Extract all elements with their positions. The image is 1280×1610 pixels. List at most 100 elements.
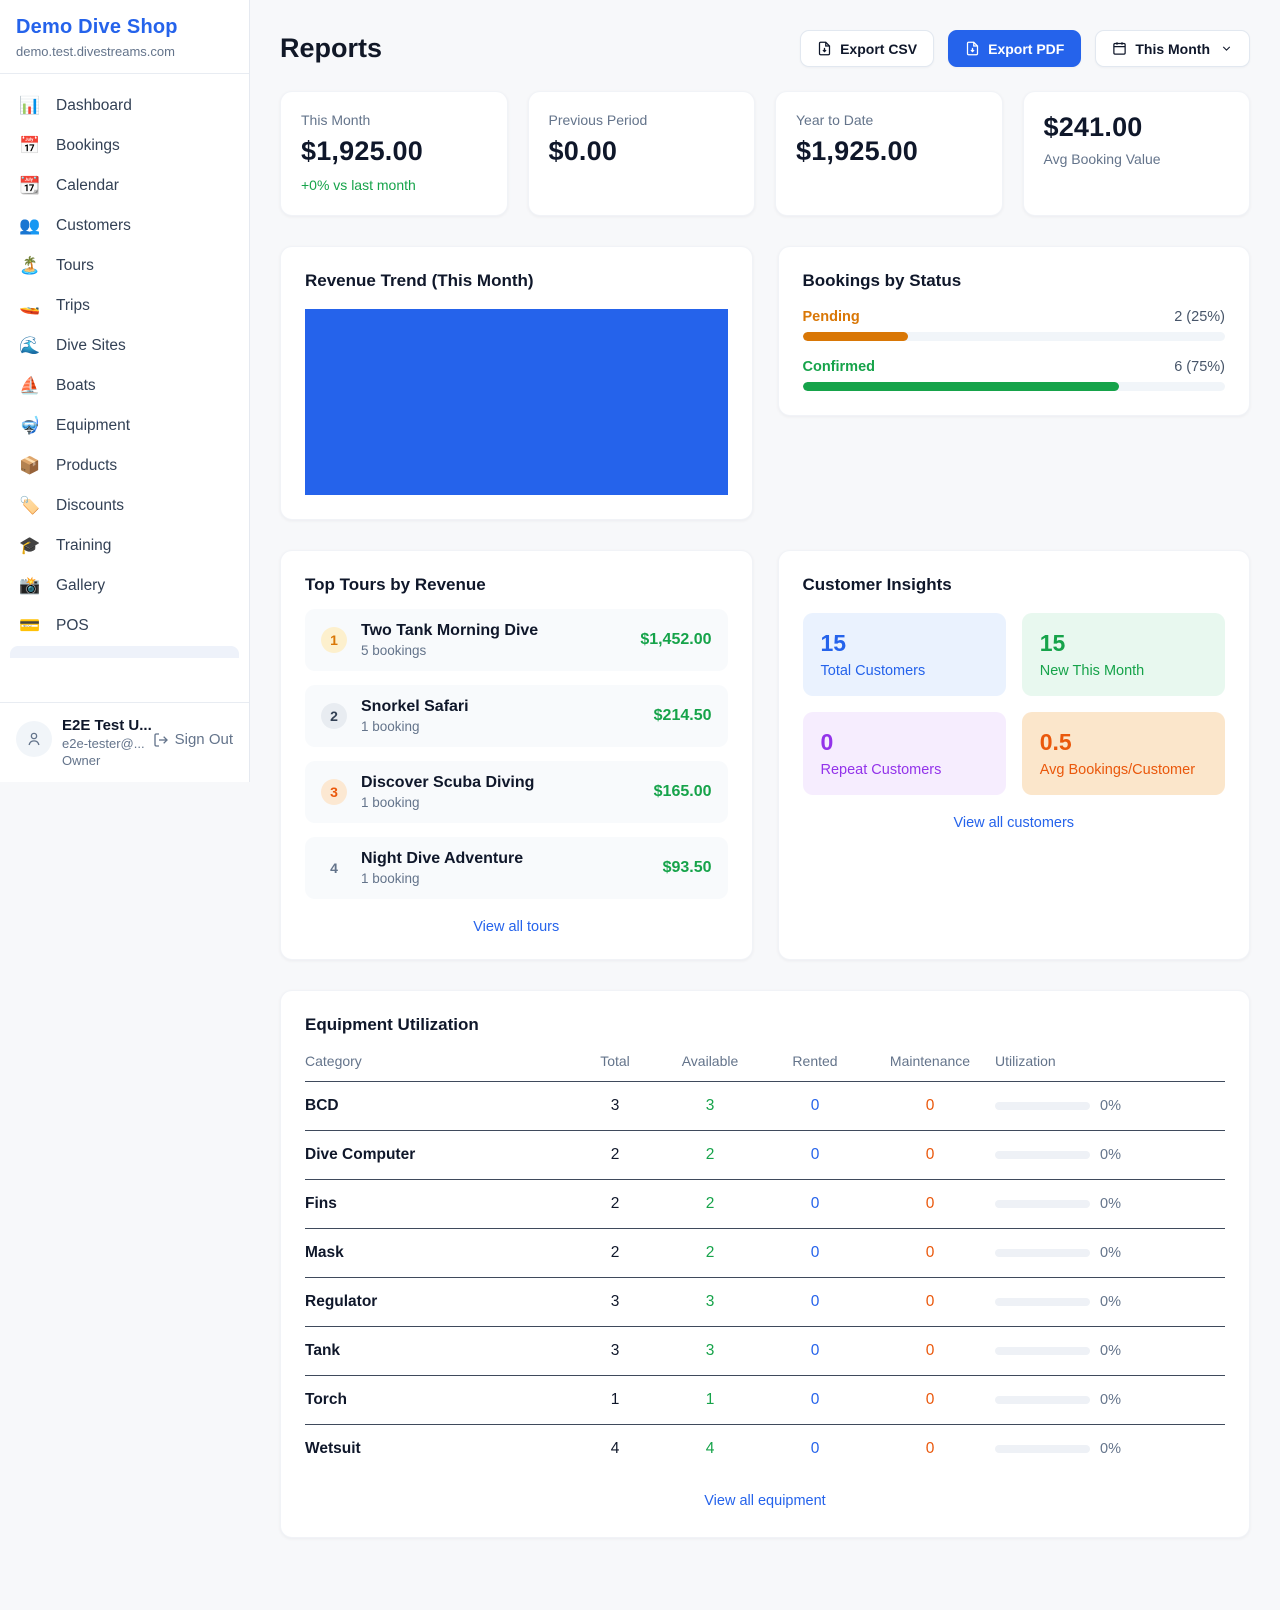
equipment-available: 3	[655, 1097, 765, 1115]
nav-item-label: Calendar	[56, 177, 119, 195]
stat-card: $241.00 Avg Booking Value	[1023, 91, 1251, 216]
view-all-tours-link[interactable]: View all tours	[305, 919, 728, 935]
nav-item-icon: 💳	[18, 616, 42, 636]
header-actions: Export CSV Export PDF This Month	[800, 30, 1250, 67]
equipment-rented: 0	[765, 1244, 865, 1262]
sidebar-nav-item[interactable]: 🏷️ Discounts	[8, 486, 241, 526]
sidebar-nav-item[interactable]: 🌊 Dive Sites	[8, 326, 241, 366]
insight-tile: 0.5 Avg Bookings/Customer	[1022, 712, 1225, 795]
column-header: Rented	[765, 1053, 865, 1069]
bookings-by-status-card: Bookings by Status Pending 2 (25%)	[778, 246, 1251, 416]
utilization-bar	[995, 1347, 1090, 1355]
insight-tile: 0 Repeat Customers	[803, 712, 1006, 795]
equipment-total: 2	[575, 1195, 655, 1213]
nav-item-icon: ⛵	[18, 376, 42, 396]
user-name: E2E Test U...	[62, 717, 143, 734]
sidebar-nav-item[interactable]: ⛵ Boats	[8, 366, 241, 406]
equipment-row: BCD 3 3 0 0 0%	[305, 1082, 1225, 1131]
equipment-rented: 0	[765, 1293, 865, 1311]
equipment-maintenance: 0	[865, 1391, 995, 1409]
nav-item-icon: 🏝️	[18, 256, 42, 276]
sidebar-nav-item[interactable]: 📊 Dashboard	[8, 86, 241, 126]
utilization-percent: 0%	[1100, 1441, 1121, 1457]
status-label: Confirmed	[803, 359, 876, 375]
tour-rank-badge: 1	[321, 627, 347, 653]
nav-item-icon: 👥	[18, 216, 42, 236]
utilization-bar	[995, 1298, 1090, 1306]
equipment-category: Wetsuit	[305, 1440, 575, 1458]
tour-rank-badge: 3	[321, 779, 347, 805]
sidebar: Demo Dive Shop demo.test.divestreams.com…	[0, 0, 250, 782]
equipment-rented: 0	[765, 1195, 865, 1213]
nav-item-label: Bookings	[56, 137, 120, 155]
nav-item-icon: 📸	[18, 576, 42, 596]
equipment-total: 1	[575, 1391, 655, 1409]
tour-bookings: 1 booking	[361, 871, 649, 886]
insight-value: 15	[1040, 630, 1207, 657]
status-label: Pending	[803, 309, 860, 325]
nav-item-icon: 🌊	[18, 336, 42, 356]
revenue-trend-card: Revenue Trend (This Month)	[280, 246, 753, 520]
utilization-bar	[995, 1151, 1090, 1159]
utilization-bar	[995, 1249, 1090, 1257]
nav-item-label: Trips	[56, 297, 90, 315]
insight-tile: 15 Total Customers	[803, 613, 1006, 696]
tour-name: Snorkel Safari	[361, 698, 640, 716]
tour-revenue: $165.00	[654, 783, 712, 801]
stat-card: Previous Period $0.00	[528, 91, 756, 216]
nav-item-label: Customers	[56, 217, 131, 235]
main-content: Reports Export CSV Export PDF This Month…	[250, 0, 1280, 1568]
utilization-bar	[995, 1445, 1090, 1453]
view-all-equipment-link[interactable]: View all equipment	[305, 1493, 1225, 1509]
period-label: This Month	[1135, 41, 1210, 57]
period-dropdown[interactable]: This Month	[1095, 30, 1250, 67]
stat-card: This Month $1,925.00 +0% vs last month	[280, 91, 508, 216]
utilization-percent: 0%	[1100, 1196, 1121, 1212]
chevron-down-icon	[1220, 42, 1233, 55]
tour-rank-badge: 2	[321, 703, 347, 729]
sidebar-nav-item[interactable]: 📅 Bookings	[8, 126, 241, 166]
sidebar-nav-item[interactable]: 🤿 Equipment	[8, 406, 241, 446]
nav-item-icon: 🎓	[18, 536, 42, 556]
nav-item-label: Gallery	[56, 577, 105, 595]
view-all-customers-link[interactable]: View all customers	[803, 815, 1226, 831]
column-header: Total	[575, 1053, 655, 1069]
stat-sublabel: Avg Booking Value	[1044, 151, 1230, 167]
utilization-percent: 0%	[1100, 1343, 1121, 1359]
column-header: Category	[305, 1053, 575, 1069]
sidebar-nav-item[interactable]: 📸 Gallery	[8, 566, 241, 606]
sidebar-nav-item[interactable]: 🎓 Training	[8, 526, 241, 566]
tour-revenue: $93.50	[663, 859, 712, 877]
equipment-rented: 0	[765, 1391, 865, 1409]
sidebar-nav-item[interactable]: 👥 Customers	[8, 206, 241, 246]
nav-item-label: Boats	[56, 377, 96, 395]
sidebar-nav-item[interactable]: 🏝️ Tours	[8, 246, 241, 286]
equipment-category: Torch	[305, 1391, 575, 1409]
avatar	[16, 721, 52, 757]
equipment-maintenance: 0	[865, 1244, 995, 1262]
utilization-bar	[995, 1102, 1090, 1110]
equipment-table-body: BCD 3 3 0 0 0% Dive Computer 2 2 0 0	[305, 1082, 1225, 1473]
sidebar-nav-item[interactable]: 📦 Products	[8, 446, 241, 486]
insight-value: 0	[821, 729, 988, 756]
sidebar-nav-item[interactable]: 🚤 Trips	[8, 286, 241, 326]
export-pdf-button[interactable]: Export PDF	[948, 30, 1081, 67]
equipment-row: Mask 2 2 0 0 0%	[305, 1229, 1225, 1278]
sign-out-label: Sign Out	[175, 731, 233, 748]
insight-label: New This Month	[1040, 663, 1207, 679]
utilization-percent: 0%	[1100, 1392, 1121, 1408]
utilization-percent: 0%	[1100, 1098, 1121, 1114]
user-info: E2E Test U... e2e-tester@... Owner	[62, 717, 143, 768]
sign-out-button[interactable]: Sign Out	[153, 731, 233, 748]
sidebar-nav-item[interactable]: 📆 Calendar	[8, 166, 241, 206]
tour-revenue: $214.50	[654, 707, 712, 725]
column-header: Available	[655, 1053, 765, 1069]
sidebar-item-reports-partial[interactable]	[10, 646, 239, 658]
insight-value: 0.5	[1040, 729, 1207, 756]
shop-subdomain: demo.test.divestreams.com	[16, 44, 233, 59]
sidebar-nav-item[interactable]: 💳 POS	[8, 606, 241, 646]
export-csv-button[interactable]: Export CSV	[800, 30, 934, 67]
stat-delta: +0% vs last month	[301, 177, 487, 193]
equipment-available: 2	[655, 1195, 765, 1213]
nav-item-icon: 🏷️	[18, 496, 42, 516]
